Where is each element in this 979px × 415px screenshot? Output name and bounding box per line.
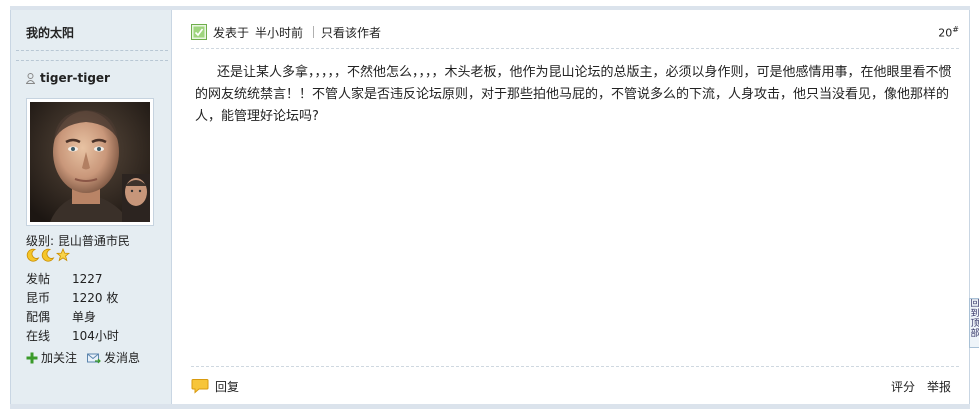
author-username[interactable]: tiger-tiger bbox=[40, 71, 110, 85]
floor-symbol: # bbox=[952, 24, 959, 34]
post-meta: 发表于 半小时前 只看该作者 20# bbox=[191, 22, 959, 42]
posted-time: 半小时前 bbox=[255, 25, 304, 40]
send-message-button[interactable]: 发消息 bbox=[87, 349, 140, 366]
stat-label: 配偶 bbox=[26, 310, 51, 324]
meta-divider-line bbox=[191, 48, 959, 49]
sidebar-divider bbox=[16, 60, 168, 61]
forum-post: 我的太阳 tiger-tiger 级别: 昆山普通市民 发帖 1227 昆币 1… bbox=[10, 10, 970, 404]
floor-number-value: 20 bbox=[938, 26, 953, 40]
author-only-link[interactable]: 只看该作者 bbox=[321, 24, 381, 41]
stat-value: 104小时 bbox=[72, 329, 119, 343]
user-level: 级别: 昆山普通市民 bbox=[26, 234, 130, 248]
moon-icon bbox=[41, 248, 55, 262]
post-content: 发表于 半小时前 只看该作者 20# 还是让某人多拿，，，，，不然他怎么，，，，… bbox=[181, 10, 959, 404]
rate-link[interactable]: 评分 bbox=[891, 378, 915, 395]
posted-prefix: 发表于 bbox=[213, 25, 250, 40]
reply-icon bbox=[191, 379, 209, 394]
star-icon bbox=[56, 248, 70, 262]
stat-value: 单身 bbox=[72, 310, 97, 324]
stat-online: 在线 104小时 bbox=[26, 327, 119, 346]
top-strip bbox=[0, 0, 979, 10]
floor-number[interactable]: 20# bbox=[938, 25, 959, 40]
send-message-label: 发消息 bbox=[104, 351, 141, 365]
author-row: tiger-tiger bbox=[26, 71, 110, 85]
moon-icon bbox=[26, 248, 40, 262]
avatar[interactable] bbox=[26, 98, 154, 226]
footer-divider bbox=[191, 366, 959, 367]
stat-coins: 昆币 1220 枚 bbox=[26, 289, 119, 308]
stat-posts: 发帖 1227 bbox=[26, 270, 119, 289]
reply-button[interactable]: 回复 bbox=[191, 378, 239, 395]
stat-value: 1227 bbox=[72, 272, 103, 286]
stat-label: 在线 bbox=[26, 329, 51, 343]
online-status-icon bbox=[191, 24, 207, 40]
sidebar-title: 我的太阳 bbox=[26, 26, 75, 40]
user-stats: 发帖 1227 昆币 1220 枚 配偶 单身 在线 104小时 bbox=[26, 270, 119, 346]
plus-icon bbox=[26, 352, 38, 363]
envelope-icon bbox=[87, 353, 101, 363]
sidebar-divider bbox=[16, 50, 168, 51]
meta-divider bbox=[313, 26, 315, 38]
author-sidebar: 我的太阳 tiger-tiger 级别: 昆山普通市民 发帖 1227 昆币 1… bbox=[11, 10, 172, 404]
post-message: 还是让某人多拿，，，，，不然他怎么，，，，木头老板，他作为昆山论坛的总版主，必须… bbox=[195, 65, 952, 124]
user-icon bbox=[26, 72, 35, 84]
report-link[interactable]: 举报 bbox=[927, 378, 951, 395]
follow-label: 加关注 bbox=[41, 351, 78, 365]
follow-button[interactable]: 加关注 bbox=[26, 349, 77, 366]
level-icons bbox=[26, 248, 70, 262]
post-footer: 回复 评分 举报 bbox=[191, 376, 951, 396]
author-actions: 加关注 发消息 bbox=[26, 349, 150, 366]
stat-label: 昆币 bbox=[26, 291, 51, 305]
back-to-top-tab[interactable]: 回到顶部 bbox=[969, 298, 979, 348]
avatar-image bbox=[30, 102, 150, 222]
bottom-strip bbox=[10, 404, 970, 409]
stat-label: 发帖 bbox=[26, 272, 51, 286]
stat-spouse: 配偶 单身 bbox=[26, 308, 119, 327]
stat-value: 1220 枚 bbox=[72, 291, 119, 305]
reply-label: 回复 bbox=[215, 379, 240, 394]
